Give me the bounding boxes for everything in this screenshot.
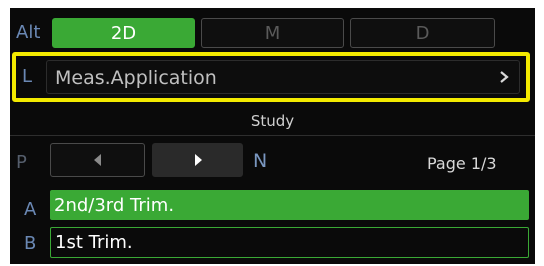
meas-application-highlight: L Meas.Application <box>12 52 530 102</box>
option-2nd-3rd-trim[interactable]: 2nd/3rd Trim. <box>50 190 529 220</box>
next-key-label: N <box>253 150 268 172</box>
a-key-label: A <box>24 199 37 220</box>
option-1st-trim[interactable]: 1st Trim. <box>50 227 529 258</box>
triangle-right-icon <box>194 154 202 166</box>
option-2nd-3rd-trim-label: 2nd/3rd Trim. <box>54 194 175 216</box>
meas-application-button[interactable]: Meas.Application <box>46 60 520 94</box>
triangle-left-icon <box>93 154 102 166</box>
tab-m-label: M <box>264 22 281 44</box>
tab-d-label: D <box>415 22 430 44</box>
section-divider <box>10 135 535 136</box>
measurement-panel: Alt 2D M D L Meas.Application Study P N … <box>10 8 535 264</box>
tab-m[interactable]: M <box>201 18 344 48</box>
b-key-label: B <box>24 233 37 254</box>
prev-key-label: P <box>16 152 27 173</box>
prev-page-button[interactable] <box>50 143 145 177</box>
page-indicator: Page 1/3 <box>427 154 497 173</box>
chevron-right-icon <box>499 70 509 84</box>
alt-key-label: Alt <box>16 22 41 43</box>
l-key-label: L <box>22 66 33 87</box>
tab-d[interactable]: D <box>350 18 495 48</box>
meas-application-title: Meas.Application <box>55 67 217 89</box>
option-1st-trim-label: 1st Trim. <box>55 232 133 253</box>
section-title: Study <box>250 112 295 130</box>
tab-2d-label: 2D <box>110 22 137 44</box>
next-page-button[interactable] <box>152 143 243 177</box>
tab-2d[interactable]: 2D <box>52 18 195 48</box>
